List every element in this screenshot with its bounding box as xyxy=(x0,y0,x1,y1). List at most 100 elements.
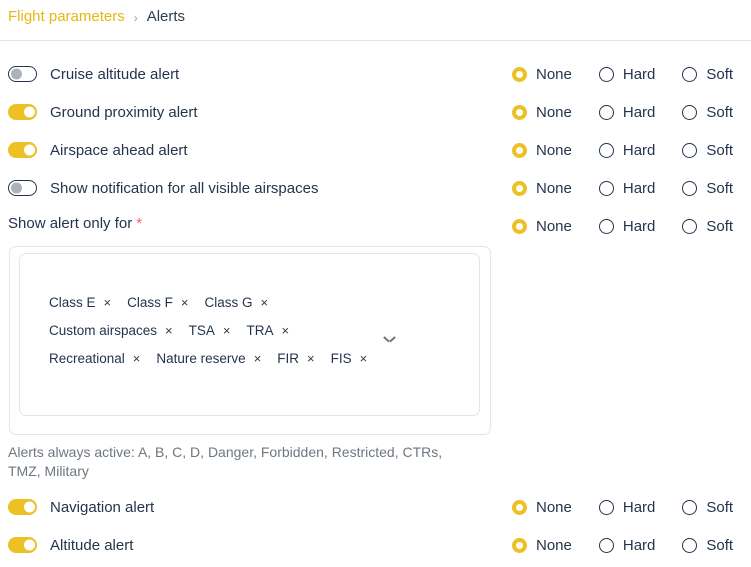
breadcrumb-link-flight-parameters[interactable]: Flight parameters xyxy=(8,6,125,28)
radio-group-altitude: None Hard Soft xyxy=(512,532,733,558)
radio-label-hard: Hard xyxy=(622,536,656,554)
radio-label-none: None xyxy=(536,141,572,159)
radio-cruise-altitude-hard[interactable]: Hard xyxy=(598,65,656,83)
alert-row-show-notification-left: Show notification for all visible airspa… xyxy=(8,175,318,201)
radio-label-hard: Hard xyxy=(622,179,656,197)
radio-cruise-altitude-none[interactable]: None xyxy=(512,66,572,83)
radio-altitude-hard[interactable]: Hard xyxy=(598,536,656,554)
radio-group-airspace-ahead: None Hard Soft xyxy=(512,137,733,163)
radio-altitude-none[interactable]: None xyxy=(512,537,572,554)
toggle-cruise-altitude-alert[interactable] xyxy=(8,66,37,82)
alert-row-ground-proximity: Ground proximity alert None Hard Soft xyxy=(0,99,751,125)
radio-label-none: None xyxy=(536,498,572,516)
radio-label-hard: Hard xyxy=(622,65,656,83)
breadcrumb-separator-icon: › xyxy=(133,11,138,25)
tag-remove-icon[interactable]: × xyxy=(223,324,231,337)
radio-label-soft: Soft xyxy=(706,217,734,235)
radio-airspace-ahead-hard[interactable]: Hard xyxy=(598,142,655,159)
tag-remove-icon[interactable]: × xyxy=(254,352,262,365)
toggle-airspace-ahead-alert[interactable] xyxy=(8,142,37,158)
tag-remove-icon[interactable]: × xyxy=(133,352,141,365)
tag-label: Recreational xyxy=(49,350,125,366)
radio-label-hard: Hard xyxy=(622,103,656,121)
radio-dot-selected-icon xyxy=(512,104,527,120)
radio-dot-icon xyxy=(598,66,614,82)
radio-dot-icon xyxy=(598,537,614,553)
tag-remove-icon[interactable]: × xyxy=(307,352,315,365)
tag-item: Class E × xyxy=(49,288,111,316)
radio-dot-selected-icon xyxy=(512,142,527,158)
radio-show-alert-only-for-hard[interactable]: Hard xyxy=(598,218,655,235)
tag-label: TSA xyxy=(188,322,215,338)
label-airspace-ahead-alert: Airspace ahead alert xyxy=(50,141,188,159)
radio-label-soft: Soft xyxy=(706,536,734,554)
radio-dot-icon xyxy=(682,218,698,234)
radio-label-none: None xyxy=(536,65,572,83)
tag-remove-icon[interactable]: × xyxy=(104,296,112,309)
radio-navigation-hard[interactable]: Hard xyxy=(598,499,655,516)
radio-show-notification-soft[interactable]: Soft xyxy=(682,180,733,197)
tag-item: Nature reserve × xyxy=(156,344,261,372)
radio-label-soft: Soft xyxy=(706,498,734,516)
radio-navigation-none[interactable]: None xyxy=(512,499,572,516)
radio-show-alert-only-for-none[interactable]: None xyxy=(512,218,572,235)
alert-row-airspace-ahead-left: Airspace ahead alert xyxy=(8,137,188,163)
alert-row-altitude-left: Altitude alert xyxy=(8,532,133,558)
tag-remove-icon[interactable]: × xyxy=(165,324,173,337)
tag-remove-icon[interactable]: × xyxy=(282,324,290,337)
radio-dot-icon xyxy=(598,104,614,120)
alert-row-navigation-left: Navigation alert xyxy=(8,494,154,520)
radio-ground-proximity-hard[interactable]: Hard xyxy=(598,103,656,121)
selected-tag-list: Class E × Class F × Class G × Custom air… xyxy=(49,288,409,372)
radio-ground-proximity-none[interactable]: None xyxy=(512,104,572,121)
radio-dot-icon xyxy=(598,218,614,234)
airspace-multiselect-field[interactable]: Class E × Class F × Class G × Custom air… xyxy=(19,253,480,416)
alert-row-show-alert-only-for: None Hard Soft xyxy=(0,213,751,239)
label-ground-proximity-alert: Ground proximity alert xyxy=(50,103,198,121)
breadcrumb: Flight parameters › Alerts xyxy=(8,6,185,28)
radio-show-alert-only-for-soft[interactable]: Soft xyxy=(682,218,733,235)
radio-airspace-ahead-soft[interactable]: Soft xyxy=(682,142,733,159)
tag-item: Class F × xyxy=(127,288,188,316)
radio-label-none: None xyxy=(536,103,572,121)
alert-row-show-notification: Show notification for all visible airspa… xyxy=(0,175,751,201)
label-cruise-altitude-alert: Cruise altitude alert xyxy=(50,65,180,83)
label-show-notification-all-airspaces: Show notification for all visible airspa… xyxy=(50,179,319,197)
radio-dot-selected-icon xyxy=(512,180,527,196)
toggle-navigation-alert[interactable] xyxy=(8,499,37,515)
radio-dot-icon xyxy=(598,499,614,515)
tag-remove-icon[interactable]: × xyxy=(360,352,368,365)
tag-remove-icon[interactable]: × xyxy=(181,296,189,309)
radio-show-notification-none[interactable]: None xyxy=(512,180,572,197)
radio-label-none: None xyxy=(536,217,572,235)
tag-item: Custom airspaces × xyxy=(49,316,173,344)
alert-row-cruise-altitude: Cruise altitude alert None Hard Soft xyxy=(0,61,751,87)
toggle-knob xyxy=(23,144,35,156)
radio-show-notification-hard[interactable]: Hard xyxy=(598,179,656,197)
radio-ground-proximity-soft[interactable]: Soft xyxy=(682,104,733,121)
toggle-knob xyxy=(23,539,35,551)
airspace-multiselect-container: Class E × Class F × Class G × Custom air… xyxy=(9,246,491,435)
breadcrumb-current-alerts: Alerts xyxy=(146,8,186,25)
radio-cruise-altitude-soft[interactable]: Soft xyxy=(682,66,733,83)
toggle-altitude-alert[interactable] xyxy=(8,537,37,553)
tag-remove-icon[interactable]: × xyxy=(260,296,268,309)
radio-airspace-ahead-none[interactable]: None xyxy=(512,142,572,159)
tag-item: Class G × xyxy=(204,288,268,316)
tag-label: Nature reserve xyxy=(156,350,246,366)
alert-row-altitude: Altitude alert None Hard Soft xyxy=(0,532,751,558)
radio-dot-selected-icon xyxy=(512,218,527,234)
radio-group-navigation: None Hard Soft xyxy=(512,494,733,520)
chevron-down-icon[interactable] xyxy=(384,336,395,343)
radio-navigation-soft[interactable]: Soft xyxy=(682,499,733,516)
toggle-show-notification-all-airspaces[interactable] xyxy=(8,180,37,196)
toggle-ground-proximity-alert[interactable] xyxy=(8,104,37,120)
toggle-knob xyxy=(10,182,22,194)
radio-label-none: None xyxy=(536,179,572,197)
radio-dot-selected-icon xyxy=(512,499,527,515)
radio-dot-icon xyxy=(598,180,614,196)
tag-item: FIS × xyxy=(331,344,368,372)
radio-dot-icon xyxy=(682,180,698,196)
radio-altitude-soft[interactable]: Soft xyxy=(682,537,733,554)
tag-label: FIR xyxy=(277,350,300,366)
